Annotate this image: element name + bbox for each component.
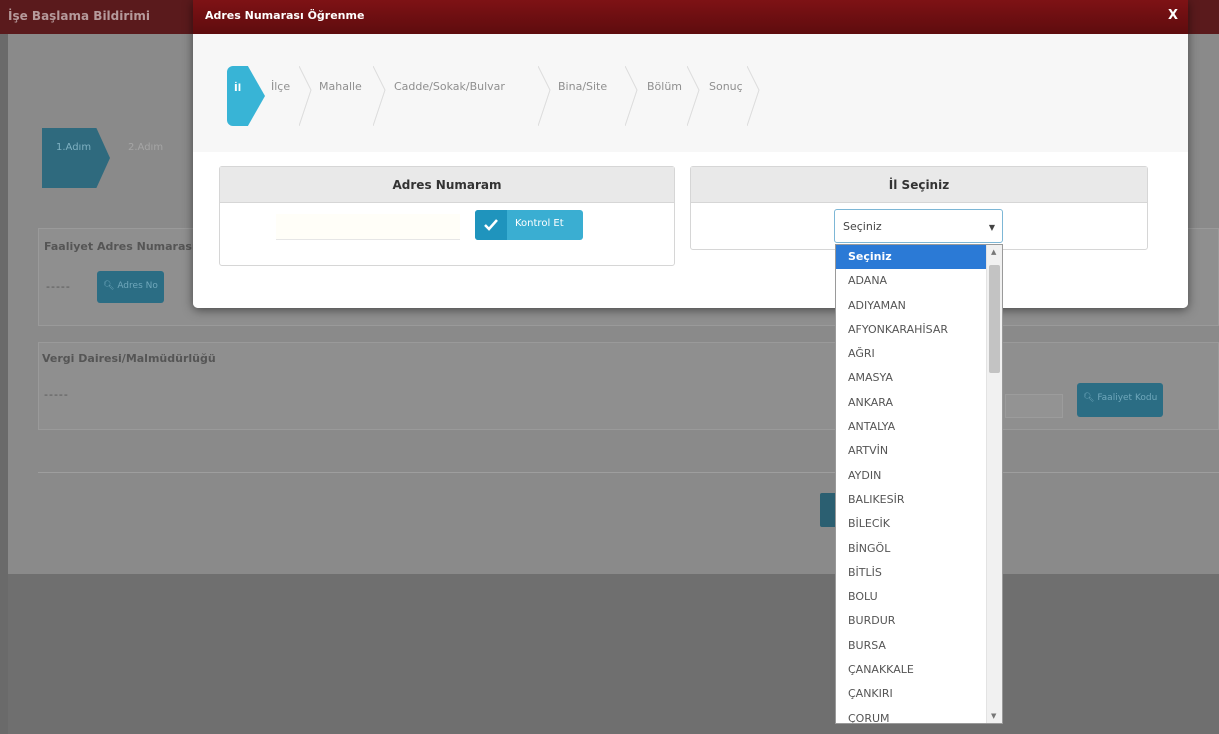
wizard-separator (299, 66, 313, 126)
dropdown-option[interactable]: AYDIN (836, 464, 987, 488)
bg-tax-label: Vergi Dairesi/Malmüdürlüğü (42, 352, 216, 365)
wizard-current-step: İl (227, 66, 265, 126)
bg-step-1: 1.Adım (42, 128, 110, 188)
province-header: İl Seçiniz (691, 167, 1147, 203)
bg-search-icon-2: 🔍︎ (1083, 393, 1095, 403)
dropdown-option[interactable]: ARTVİN (836, 439, 987, 463)
province-select-value: Seçiniz (843, 220, 882, 233)
wizard-step-neighborhood: Mahalle (319, 80, 362, 93)
dropdown-option[interactable]: BİLECİK (836, 512, 987, 536)
chevron-down-icon: ▼ (988, 223, 995, 232)
scrollbar-thumb[interactable] (989, 265, 1000, 373)
dropdown-option[interactable]: ÇANKIRI (836, 682, 987, 706)
address-number-header: Adres Numaram (220, 167, 674, 203)
wizard-current-label: İl (234, 83, 242, 94)
dropdown-option[interactable]: BURSA (836, 634, 987, 658)
province-select[interactable]: Seçiniz ▼ (834, 209, 1003, 243)
wizard-steps: İl İlçe Mahalle Cadde/Sokak/Bulvar Bina/… (227, 66, 927, 126)
address-number-box: Adres Numaram Kontrol Et (219, 166, 675, 266)
wizard-separator (625, 66, 639, 126)
checkmark-icon (475, 210, 507, 240)
dropdown-option[interactable]: AMASYA (836, 366, 987, 390)
dropdown-option[interactable]: ANKARA (836, 391, 987, 415)
dropdown-scrollbar[interactable]: ▲ ▼ (986, 245, 1002, 723)
check-button[interactable]: Kontrol Et (475, 210, 583, 240)
dropdown-option[interactable]: ADIYAMAN (836, 294, 987, 318)
wizard-step-street: Cadde/Sokak/Bulvar (394, 80, 505, 93)
wizard-separator (747, 66, 761, 126)
scroll-up-icon[interactable]: ▲ (991, 248, 996, 256)
scroll-down-icon[interactable]: ▼ (991, 712, 996, 720)
bg-tax-value: ----- (44, 388, 69, 401)
dropdown-option[interactable]: AFYONKARAHİSAR (836, 318, 987, 342)
dropdown-option[interactable]: ÇORUM (836, 707, 987, 723)
dropdown-option[interactable]: Seçiniz (836, 245, 987, 270)
bg-address-button-label: Adres No (117, 281, 158, 291)
modal-title: Adres Numarası Öğrenme (205, 9, 365, 22)
dropdown-option[interactable]: ÇANAKKALE (836, 658, 987, 682)
modal-header: Adres Numarası Öğrenme X (193, 0, 1188, 34)
bg-address-button: 🔍︎ Adres No (97, 271, 164, 303)
close-button[interactable]: X (1168, 8, 1178, 23)
wizard-step-result: Sonuç (709, 80, 743, 93)
wizard-separator (687, 66, 701, 126)
dropdown-option[interactable]: AĞRI (836, 342, 987, 366)
bg-address-value: ----- (46, 280, 71, 293)
wizard-separator (538, 66, 552, 126)
wizard-step-building: Bina/Site (558, 80, 608, 93)
dropdown-option[interactable]: BİNGÖL (836, 537, 987, 561)
bg-textarea (1005, 394, 1063, 418)
address-number-input[interactable] (276, 214, 460, 240)
dropdown-option[interactable]: ANTALYA (836, 415, 987, 439)
province-box: İl Seçiniz Seçiniz ▼ (690, 166, 1148, 250)
wizard-separator (373, 66, 387, 126)
page-title: İşe Başlama Bildirimi (8, 9, 151, 23)
dropdown-option[interactable]: ADANA (836, 269, 987, 293)
bg-address-label: Faaliyet Adres Numarası (44, 240, 196, 253)
bg-activity-code-button: 🔍︎ Faaliyet Kodu (1077, 383, 1164, 417)
province-dropdown-list[interactable]: Seçiniz ADANA ADIYAMAN AFYONKARAHİSAR AĞRI AM… (835, 244, 1003, 724)
bg-divider (38, 472, 1219, 473)
check-button-label: Kontrol Et (515, 218, 564, 229)
dropdown-option[interactable]: BİTLİS (836, 561, 987, 585)
page-footer-area (8, 574, 1219, 734)
bg-activity-code-label: Faaliyet Kodu (1097, 393, 1158, 403)
dropdown-option[interactable]: BOLU (836, 585, 987, 609)
dropdown-options: Seçiniz ADANA ADIYAMAN AFYONKARAHİSAR AĞRI AM… (836, 245, 987, 723)
bg-step-2-label: 2.Adım (128, 142, 164, 153)
wizard-step-district: İlçe (271, 80, 291, 93)
dropdown-option[interactable]: BALIKESİR (836, 488, 987, 512)
wizard-step-section: Bölüm (647, 80, 683, 93)
dropdown-option[interactable]: BURDUR (836, 609, 987, 633)
address-modal: Adres Numarası Öğrenme X İl İlçe Mahalle… (193, 0, 1188, 308)
bg-step-1-label: 1.Adım (56, 142, 92, 153)
bg-search-icon: 🔍︎ (103, 281, 115, 291)
